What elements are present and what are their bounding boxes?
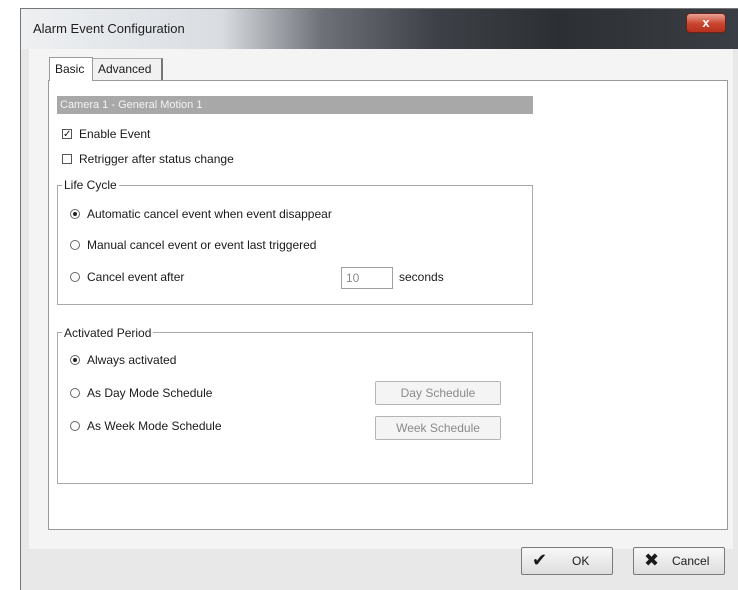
always-activated-label: Always activated [87, 353, 177, 367]
cancel-button[interactable]: ✖ Cancel [633, 547, 725, 575]
auto-cancel-label: Automatic cancel event when event disapp… [87, 207, 332, 221]
week-schedule-button[interactable]: Week Schedule [375, 416, 501, 440]
cancel-label: Cancel [672, 554, 710, 568]
ok-button[interactable]: ✔ OK [521, 547, 613, 575]
manual-cancel-label: Manual cancel event or event last trigge… [87, 238, 317, 252]
seconds-unit-label: seconds [399, 270, 444, 284]
radio-always-activated[interactable] [70, 355, 80, 365]
camera-header: Camera 1 - General Motion 1 [57, 96, 533, 114]
radio-day-mode[interactable] [70, 388, 80, 398]
radio-auto-cancel[interactable] [70, 209, 80, 219]
title-bar[interactable]: Alarm Event Configuration x [21, 9, 738, 49]
cancel-after-label: Cancel event after [87, 270, 185, 284]
x-icon: ✖ [644, 550, 660, 570]
ok-label: OK [572, 554, 590, 568]
life-cycle-legend: Life Cycle [62, 178, 119, 192]
dialog-window: Alarm Event Configuration x Basic Advanc… [20, 8, 738, 590]
retrigger-checkbox[interactable] [62, 154, 72, 164]
radio-week-mode[interactable] [70, 421, 80, 431]
tab-advanced[interactable]: Advanced [93, 58, 163, 80]
radio-cancel-after[interactable] [70, 272, 80, 282]
checkmark-icon: ✓ [63, 129, 72, 140]
day-mode-label: As Day Mode Schedule [87, 386, 213, 400]
close-icon: x [702, 15, 710, 30]
close-button[interactable]: x [686, 13, 726, 33]
seconds-input[interactable]: 10 [341, 267, 393, 289]
activated-period-legend: Activated Period [62, 326, 154, 340]
retrigger-label: Retrigger after status change [79, 152, 234, 166]
checkmark-icon: ✔ [532, 550, 548, 570]
tab-basic[interactable]: Basic [49, 57, 93, 81]
enable-event-label: Enable Event [79, 127, 151, 141]
radio-manual-cancel[interactable] [70, 240, 80, 250]
window-title: Alarm Event Configuration [33, 21, 185, 36]
week-mode-label: As Week Mode Schedule [87, 419, 222, 433]
day-schedule-button[interactable]: Day Schedule [375, 381, 501, 405]
enable-event-checkbox[interactable]: ✓ [62, 129, 72, 140]
